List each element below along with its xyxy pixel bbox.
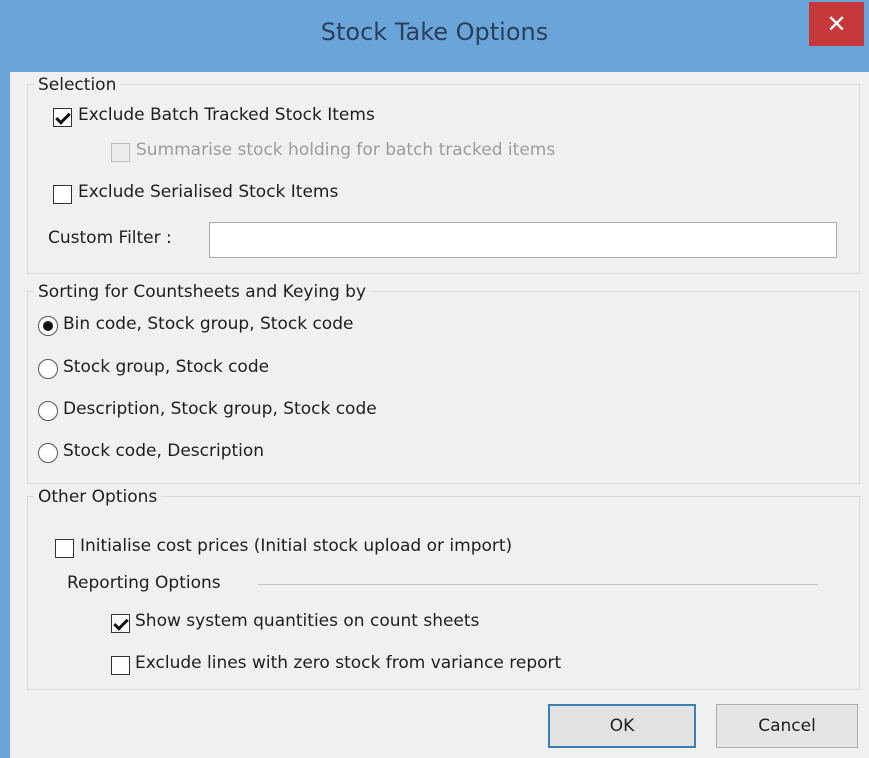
close-button[interactable]: ✕ — [809, 2, 864, 46]
dialog-title: Stock Take Options — [320, 18, 549, 46]
reporting-options-divider — [258, 584, 818, 585]
summarise-batch-label[interactable]: Summarise stock holding for batch tracke… — [136, 140, 555, 160]
exclude-batch-label[interactable]: Exclude Batch Tracked Stock Items — [78, 105, 375, 125]
sort-option-description-label[interactable]: Description, Stock group, Stock code — [63, 399, 377, 419]
exclude-batch-checkbox[interactable] — [53, 108, 72, 127]
ok-button[interactable]: OK — [548, 704, 696, 748]
sorting-legend: Sorting for Countsheets and Keying by — [34, 282, 371, 302]
summarise-batch-checkbox[interactable] — [111, 143, 130, 162]
dialog-window: Stock Take Options ✕ Selection Exclude B… — [0, 0, 869, 758]
checkmark-icon — [55, 109, 71, 125]
other-options-legend: Other Options — [34, 487, 162, 507]
exclude-serialised-label[interactable]: Exclude Serialised Stock Items — [78, 182, 338, 202]
sort-option-bin-radio[interactable] — [38, 316, 58, 336]
custom-filter-label: Custom Filter : — [48, 228, 172, 248]
close-icon: ✕ — [826, 10, 847, 38]
custom-filter-input[interactable] — [209, 222, 837, 258]
checkmark-icon — [113, 615, 129, 631]
exclude-zero-stock-checkbox[interactable] — [111, 656, 130, 675]
sort-option-code-radio[interactable] — [38, 443, 58, 463]
selection-group: Selection Exclude Batch Tracked Stock It… — [27, 75, 860, 274]
sort-option-group-radio[interactable] — [38, 359, 58, 379]
dialog-body: Selection Exclude Batch Tracked Stock It… — [10, 72, 869, 758]
exclude-serialised-checkbox[interactable] — [53, 185, 72, 204]
show-system-qty-checkbox[interactable] — [111, 614, 130, 633]
sorting-group: Sorting for Countsheets and Keying by Bi… — [27, 282, 860, 484]
other-options-group: Other Options Initialise cost prices (In… — [27, 487, 860, 690]
exclude-zero-stock-label[interactable]: Exclude lines with zero stock from varia… — [135, 653, 561, 673]
sort-option-code-label[interactable]: Stock code, Description — [63, 441, 264, 461]
sort-option-group-label[interactable]: Stock group, Stock code — [63, 357, 269, 377]
reporting-options-legend: Reporting Options — [67, 573, 221, 593]
radio-selected-dot — [43, 321, 53, 331]
sort-option-description-radio[interactable] — [38, 401, 58, 421]
sort-option-bin-label[interactable]: Bin code, Stock group, Stock code — [63, 314, 353, 334]
cancel-button[interactable]: Cancel — [716, 704, 858, 748]
show-system-qty-label[interactable]: Show system quantities on count sheets — [135, 611, 479, 631]
title-bar[interactable]: Stock Take Options ✕ — [0, 0, 869, 78]
initialise-cost-label[interactable]: Initialise cost prices (Initial stock up… — [80, 536, 512, 556]
selection-legend: Selection — [34, 75, 121, 95]
initialise-cost-checkbox[interactable] — [55, 539, 74, 558]
